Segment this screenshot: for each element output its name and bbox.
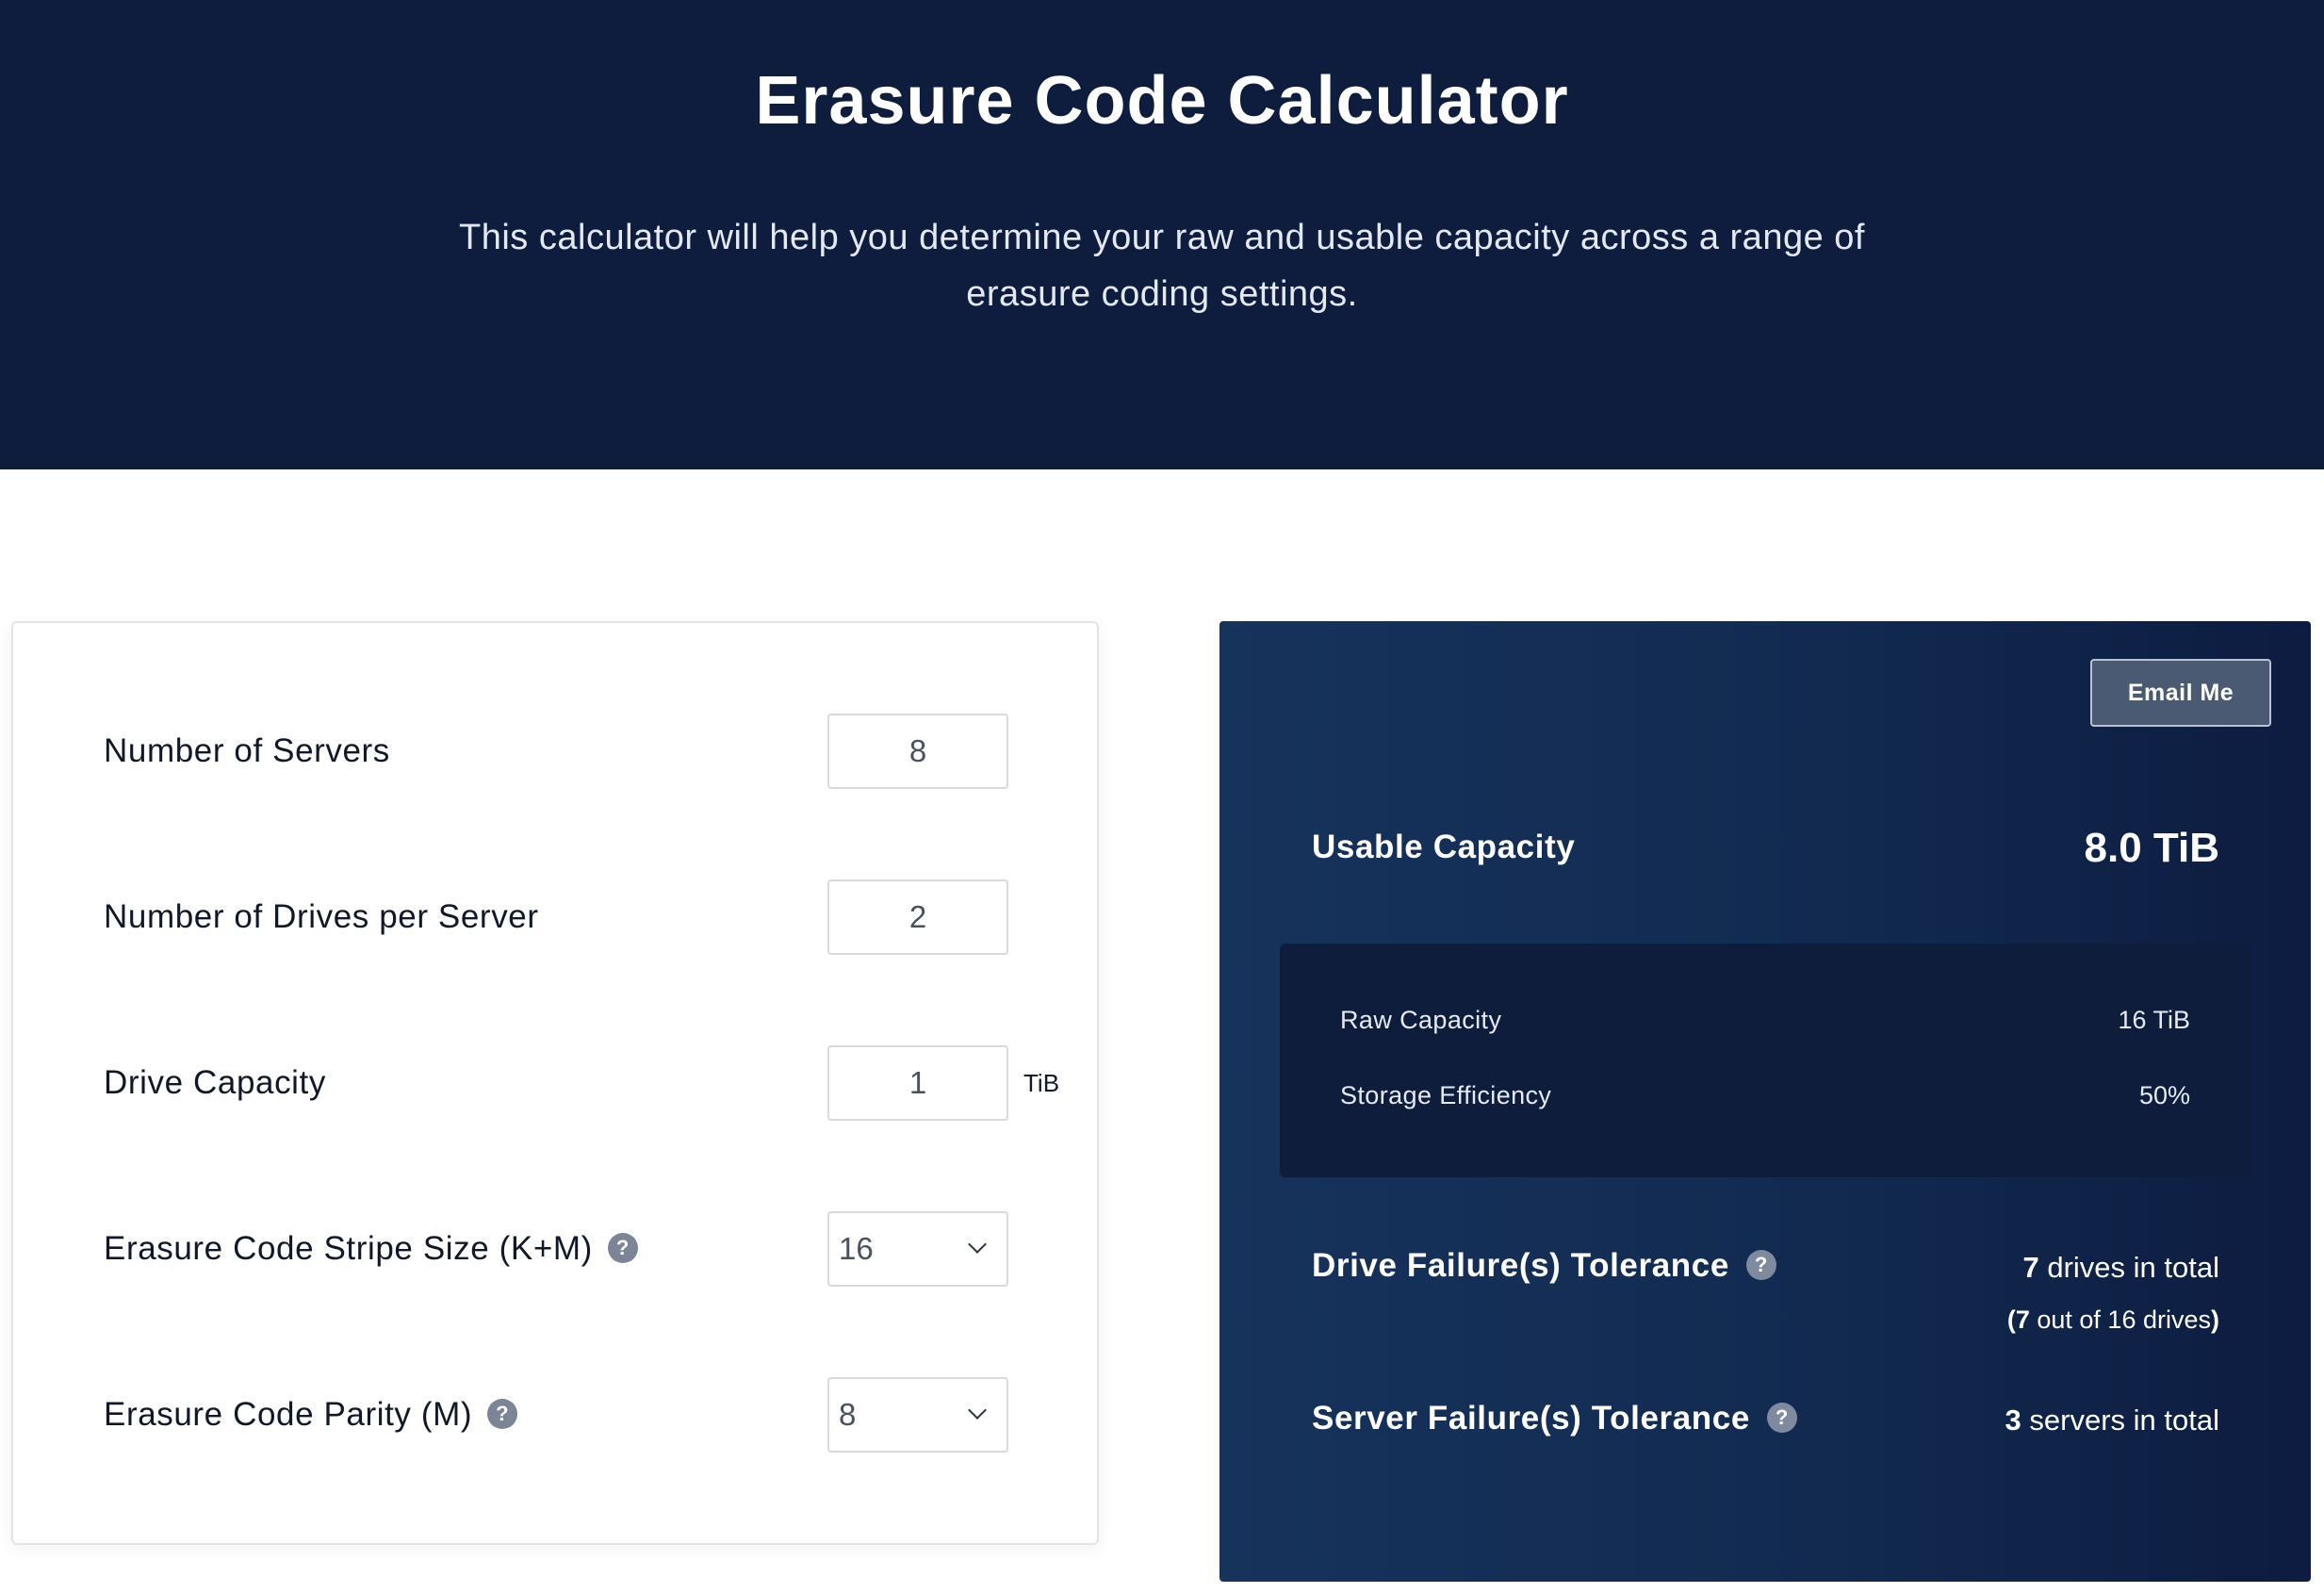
parity-select-value: 8 <box>839 1397 857 1432</box>
capacity-input[interactable]: 1 <box>827 1045 1008 1121</box>
stripe-label-wrap: Erasure Code Stripe Size (K+M)? <box>104 1211 638 1287</box>
drive-tolerance-paren-open: ( <box>2006 1306 2016 1334</box>
drive-tolerance-count: 7 <box>2022 1251 2039 1284</box>
parity-label-wrap: Erasure Code Parity (M)? <box>104 1377 518 1453</box>
stripe-select-value: 16 <box>839 1231 874 1266</box>
stripe-label: Erasure Code Stripe Size (K+M) <box>104 1230 593 1267</box>
chevron-down-icon <box>968 1401 987 1420</box>
parity-row: Erasure Code Parity (M)? 8 <box>13 1377 1097 1453</box>
drive-tolerance-detail: (7 out of 16 drives) <box>2007 1306 2219 1335</box>
raw-capacity-value: 16 TiB <box>2118 1006 2190 1034</box>
drive-tolerance-sub-count: 7 <box>2015 1306 2030 1334</box>
drives-label: Number of Drives per Server <box>104 898 539 935</box>
page-subtitle: This calculator will help you determine … <box>459 218 1865 314</box>
storage-efficiency-label: Storage Efficiency <box>1340 1081 1552 1109</box>
drive-tolerance-sub-text: out of 16 drives <box>2029 1306 2211 1334</box>
server-tolerance-text: servers in total <box>2021 1404 2219 1437</box>
drive-tolerance-label-wrap: Drive Failure(s) Tolerance? <box>1312 1247 1776 1285</box>
server-tolerance-label-wrap: Server Failure(s) Tolerance? <box>1312 1400 1797 1437</box>
input-panel: Number of Servers 8 Number of Drives per… <box>11 621 1099 1545</box>
drive-tolerance-text: drives in total <box>2038 1251 2219 1284</box>
stripe-row: Erasure Code Stripe Size (K+M)? 16 <box>13 1211 1097 1287</box>
parity-select[interactable]: 8 <box>827 1377 1008 1453</box>
hero-banner: Erasure Code Calculator This calculator … <box>0 0 2324 469</box>
parity-help-icon[interactable]: ? <box>487 1398 518 1429</box>
capacity-details: Raw Capacity 16 TiB Storage Efficiency 5… <box>1280 944 2250 1177</box>
drive-tolerance-label: Drive Failure(s) Tolerance <box>1312 1247 1729 1284</box>
stripe-select[interactable]: 16 <box>827 1211 1008 1287</box>
servers-label: Number of Servers <box>104 732 390 769</box>
servers-input[interactable]: 8 <box>827 714 1008 789</box>
server-tolerance-count: 3 <box>2005 1404 2021 1437</box>
stripe-help-icon[interactable]: ? <box>607 1232 638 1263</box>
usable-capacity-value: 8.0 TiB <box>2084 825 2219 871</box>
chevron-down-icon <box>968 1235 987 1254</box>
drives-row: Number of Drives per Server 2 <box>13 879 1097 955</box>
capacity-label: Drive Capacity <box>104 1064 326 1101</box>
email-me-button[interactable]: Email Me <box>2090 659 2271 727</box>
raw-capacity-label: Raw Capacity <box>1340 1006 1502 1034</box>
drive-tolerance-help-icon[interactable]: ? <box>1745 1249 1776 1280</box>
capacity-row: Drive Capacity 1 TiB <box>13 1045 1097 1121</box>
storage-efficiency-value: 50% <box>2138 1081 2190 1109</box>
drive-tolerance-paren-close: ) <box>2211 1306 2219 1334</box>
server-tolerance-label: Server Failure(s) Tolerance <box>1312 1400 1750 1437</box>
server-tolerance-help-icon[interactable]: ? <box>1766 1402 1797 1433</box>
results-panel: Email Me Usable Capacity 8.0 TiB Raw Cap… <box>1219 621 2311 1582</box>
drives-input[interactable]: 2 <box>827 879 1008 955</box>
parity-label: Erasure Code Parity (M) <box>104 1396 473 1433</box>
usable-capacity-label: Usable Capacity <box>1312 829 1576 865</box>
capacity-unit: TiB <box>1023 1069 1060 1097</box>
server-tolerance-value: 3 servers in total <box>2005 1404 2219 1437</box>
page-title: Erasure Code Calculator <box>755 63 1569 139</box>
drive-tolerance-value: 7 drives in total <box>2022 1251 2219 1285</box>
servers-row: Number of Servers 8 <box>13 714 1097 789</box>
